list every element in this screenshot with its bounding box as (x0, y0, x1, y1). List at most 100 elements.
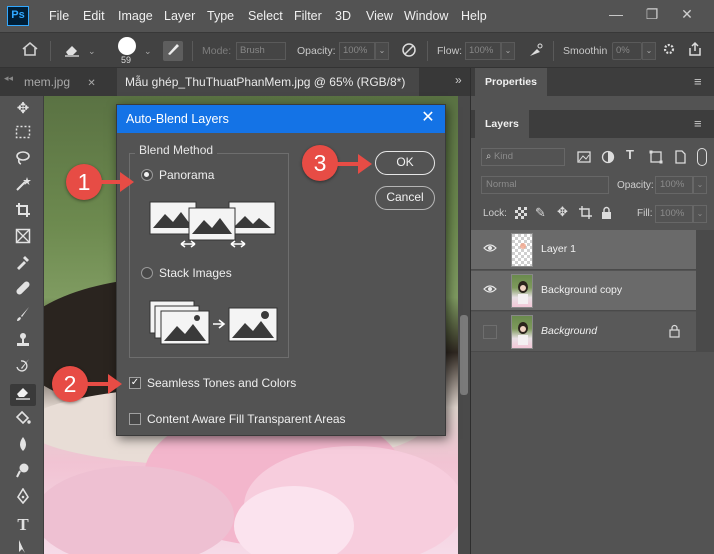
panel-menu-icon[interactable]: ≡ (694, 117, 706, 130)
layers-scrollbar[interactable] (696, 230, 714, 352)
paint-bucket-tool-icon[interactable] (10, 410, 36, 432)
healing-brush-tool-icon[interactable] (10, 280, 36, 302)
layer-opacity-label: Opacity: (617, 180, 654, 191)
layer-thumbnail (511, 315, 533, 349)
layer-kind-filter[interactable]: ⌕ Kind (481, 148, 565, 166)
close-window-icon[interactable]: ✕ (677, 2, 697, 26)
menu-file[interactable]: File (49, 9, 69, 23)
opacity-dropdown[interactable]: ⌄ (375, 42, 389, 60)
flow-input[interactable]: 100% (465, 42, 501, 60)
tab-overflow-icon[interactable]: » (455, 73, 462, 87)
filter-type-icon[interactable]: T (626, 147, 634, 162)
filter-image-icon[interactable] (577, 150, 591, 164)
crop-tool-icon[interactable] (10, 202, 36, 224)
brush-settings-icon[interactable] (163, 41, 183, 61)
chevron-down-icon[interactable]: ⌄ (144, 46, 152, 57)
layer-row-background[interactable]: Background (471, 312, 696, 352)
close-icon[interactable]: ✕ (87, 78, 95, 89)
layer-opacity-input[interactable]: 100% (655, 176, 693, 194)
fill-input[interactable]: 100% (655, 205, 693, 223)
blend-method-label: Blend Method (135, 143, 218, 157)
history-brush-tool-icon[interactable] (10, 358, 36, 380)
lock-transparency-icon[interactable] (515, 207, 527, 219)
marquee-tool-icon[interactable] (10, 124, 36, 146)
dodge-tool-icon[interactable] (10, 462, 36, 484)
lock-position-icon[interactable]: ✥ (557, 204, 568, 220)
stack-images-radio[interactable] (141, 267, 153, 279)
menu-window[interactable]: Window (404, 9, 448, 23)
menu-edit[interactable]: Edit (83, 9, 105, 23)
tab-properties[interactable]: Properties (475, 68, 547, 96)
eraser-tool-icon[interactable] (10, 384, 36, 406)
fill-dropdown[interactable]: ⌄ (693, 205, 707, 223)
magic-wand-tool-icon[interactable] (10, 176, 36, 198)
restore-icon[interactable]: ❐ (642, 2, 662, 26)
menu-help[interactable]: Help (461, 9, 487, 23)
menu-layer[interactable]: Layer (164, 9, 195, 23)
stack-images-label[interactable]: Stack Images (159, 266, 232, 280)
lock-image-icon[interactable]: ✎ (535, 205, 546, 221)
airbrush-icon[interactable] (526, 41, 546, 61)
smoothing-input[interactable]: 0% (612, 42, 642, 60)
visibility-toggle-empty[interactable] (483, 325, 497, 339)
type-tool-icon[interactable]: T (10, 514, 36, 536)
chevron-down-icon[interactable]: ⌄ (88, 46, 96, 57)
menu-3d[interactable]: 3D (335, 9, 351, 23)
menu-filter[interactable]: Filter (294, 9, 322, 23)
panorama-label[interactable]: Panorama (159, 168, 214, 182)
mode-select[interactable]: Brush (236, 42, 286, 60)
options-bar: ⌄ 59 ⌄ Mode: Brush Opacity: 100% ⌄ Flow:… (0, 32, 714, 68)
blur-tool-icon[interactable] (10, 436, 36, 458)
seamless-tones-label[interactable]: Seamless Tones and Colors (147, 376, 296, 390)
eyedropper-tool-icon[interactable] (10, 254, 36, 276)
eraser-icon[interactable] (62, 41, 82, 61)
tab-active-document[interactable]: Mẫu ghép_ThuThuatPhanMem.jpg @ 65% (RGB/… (117, 68, 419, 117)
move-tool-icon[interactable]: ✥ (10, 98, 36, 120)
lock-artboard-icon[interactable] (579, 206, 592, 219)
frame-tool-icon[interactable] (10, 228, 36, 250)
path-selection-tool-icon[interactable] (10, 538, 36, 554)
layer-row-background-copy[interactable]: Background copy (471, 271, 696, 311)
lasso-tool-icon[interactable] (10, 150, 36, 172)
panel-menu-icon[interactable]: ≡ (694, 75, 706, 88)
filter-toggle-icon[interactable] (697, 148, 707, 166)
eye-icon[interactable] (483, 284, 499, 298)
menu-select[interactable]: Select (248, 9, 283, 23)
menu-type[interactable]: Type (207, 9, 234, 23)
cancel-button[interactable]: Cancel (375, 186, 435, 210)
close-icon[interactable]: ✕ (419, 109, 437, 127)
menu-view[interactable]: View (366, 9, 393, 23)
pressure-opacity-icon[interactable] (399, 41, 419, 61)
ok-button[interactable]: OK (375, 151, 435, 175)
layer-row-layer-1[interactable]: Layer 1 (471, 230, 696, 270)
panorama-illustration (149, 201, 276, 248)
tab-inactive-label: mem.jpg (24, 75, 71, 89)
brush-preview-icon[interactable] (118, 37, 136, 55)
opacity-input[interactable]: 100% (339, 42, 375, 60)
smoothing-dropdown[interactable]: ⌄ (642, 42, 656, 60)
eye-icon[interactable] (483, 243, 499, 257)
menu-image[interactable]: Image (118, 9, 153, 23)
share-icon[interactable] (685, 41, 705, 61)
clone-stamp-tool-icon[interactable] (10, 332, 36, 354)
brush-tool-icon[interactable] (10, 306, 36, 328)
seamless-tones-checkbox[interactable]: ✓ (129, 377, 141, 389)
panorama-radio[interactable] (141, 169, 153, 181)
canvas-scroll-thumb[interactable] (460, 315, 468, 395)
flow-dropdown[interactable]: ⌄ (501, 42, 515, 60)
content-aware-fill-label[interactable]: Content Aware Fill Transparent Areas (147, 412, 346, 426)
filter-smart-object-icon[interactable] (673, 150, 687, 164)
content-aware-fill-checkbox[interactable] (129, 413, 141, 425)
layer-opacity-dropdown[interactable]: ⌄ (693, 176, 707, 194)
pen-tool-icon[interactable] (10, 487, 36, 510)
home-icon[interactable] (20, 41, 40, 61)
lock-all-icon[interactable] (601, 206, 612, 219)
filter-shape-icon[interactable] (649, 150, 663, 164)
blend-mode-select[interactable]: Normal (481, 176, 609, 194)
stack-images-illustration (149, 300, 278, 345)
filter-adjustment-icon[interactable] (601, 150, 615, 164)
minimize-icon[interactable]: — (606, 2, 626, 26)
settings-icon[interactable] (659, 41, 679, 61)
tab-inactive-document[interactable]: mem.jpg ✕ (16, 68, 117, 96)
tab-layers[interactable]: Layers (475, 110, 529, 138)
